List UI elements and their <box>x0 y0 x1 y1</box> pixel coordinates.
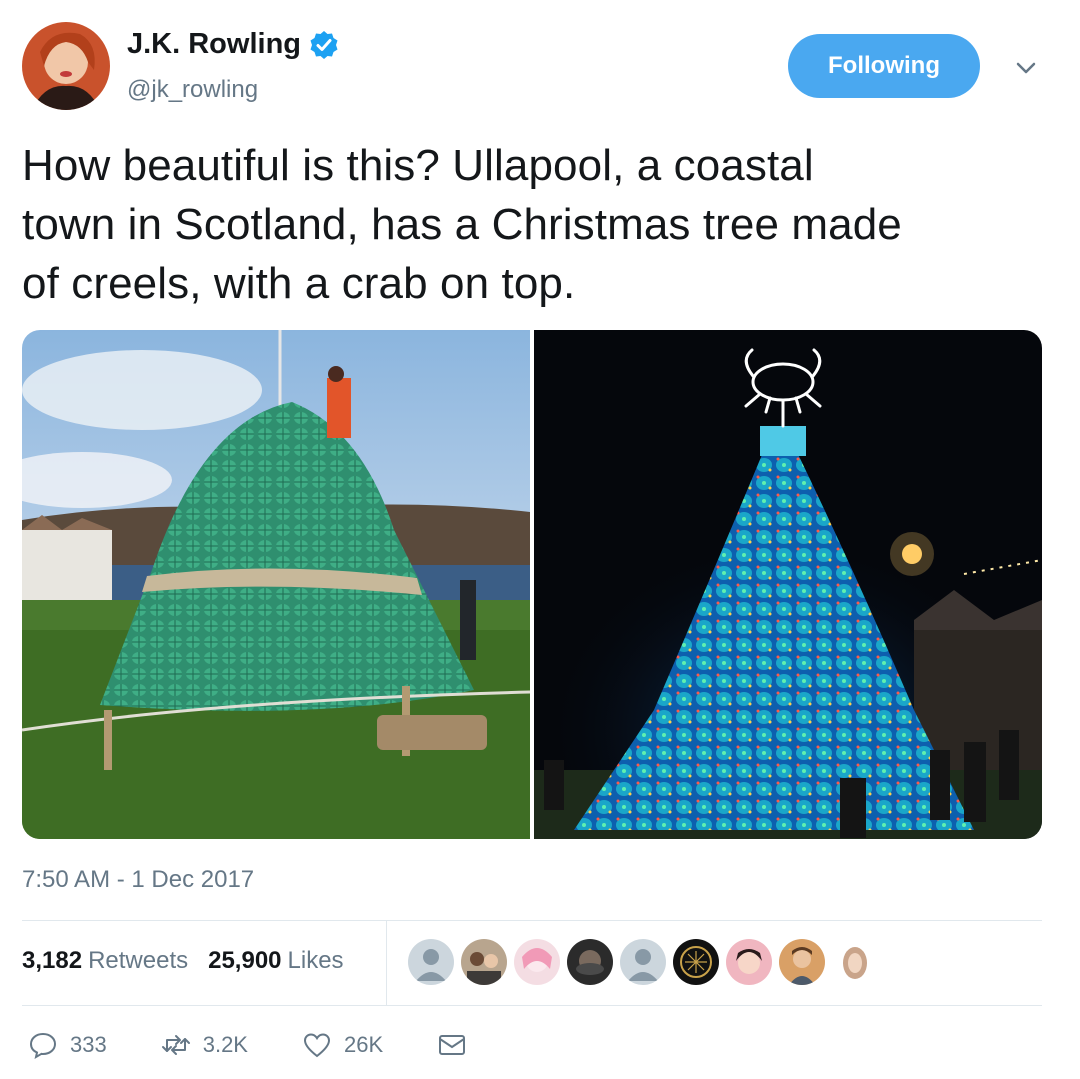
author-avatar[interactable] <box>22 22 110 110</box>
divider <box>22 1005 1042 1006</box>
following-button[interactable]: Following <box>788 34 980 98</box>
author-handle[interactable]: @jk_rowling <box>127 76 258 104</box>
heart-icon <box>303 1033 330 1058</box>
reply-icon <box>29 1032 57 1060</box>
like-button[interactable]: 26K <box>302 1030 383 1060</box>
likes-stat[interactable]: 25,900 Likes <box>208 947 343 975</box>
liker-avatar[interactable] <box>620 939 666 985</box>
reply-button[interactable]: 333 <box>28 1030 107 1060</box>
stats-divider <box>386 921 387 1005</box>
engagement-stats: 3,182 Retweets 25,900 Likes <box>22 947 344 975</box>
liker-avatar[interactable] <box>673 939 719 985</box>
tweet-text-line: town in Scotland, has a Christmas tree m… <box>22 200 902 249</box>
liker-avatar[interactable] <box>832 939 878 985</box>
retweets-count: 3,182 <box>22 947 83 974</box>
liker-avatar[interactable] <box>726 939 772 985</box>
retweet-button[interactable]: 3.2K <box>161 1030 248 1060</box>
liker-avatar[interactable] <box>461 939 507 985</box>
tweet-media <box>22 330 1042 839</box>
tweet-text-line: How beautiful is this? Ullapool, a coast… <box>22 141 814 190</box>
reply-count: 333 <box>70 1032 107 1057</box>
like-count: 26K <box>343 1032 384 1057</box>
liker-avatar[interactable] <box>779 939 825 985</box>
tweet-timestamp[interactable]: 7:50 AM - 1 Dec 2017 <box>22 866 254 894</box>
liker-avatars <box>408 939 878 985</box>
envelope-icon <box>439 1035 466 1055</box>
retweets-label: Retweets <box>88 947 189 974</box>
retweets-stat[interactable]: 3,182 Retweets <box>22 947 188 975</box>
verified-badge-icon <box>310 30 338 59</box>
tweet-actions: 333 3.2K 26K <box>28 1030 533 1060</box>
photo-creel-tree-night[interactable] <box>534 330 1042 839</box>
tweet-text-line: of creels, with a crab on top. <box>22 259 576 308</box>
retweet-icon <box>161 1035 190 1055</box>
photo-creel-tree-day[interactable] <box>22 330 530 839</box>
liker-avatar[interactable] <box>408 939 454 985</box>
likes-count: 25,900 <box>208 947 282 974</box>
divider <box>22 920 1042 921</box>
liker-avatar[interactable] <box>514 939 560 985</box>
tweet-text: How beautiful is this? Ullapool, a coast… <box>22 136 1062 313</box>
likes-label: Likes <box>287 947 344 974</box>
author-name[interactable]: J.K. Rowling <box>127 28 301 61</box>
liker-avatar[interactable] <box>567 939 613 985</box>
chevron-down-icon[interactable] <box>1012 56 1040 80</box>
direct-message-button[interactable] <box>437 1030 479 1060</box>
retweet-count: 3.2K <box>202 1032 248 1057</box>
author-name-row: J.K. Rowling <box>127 28 339 61</box>
